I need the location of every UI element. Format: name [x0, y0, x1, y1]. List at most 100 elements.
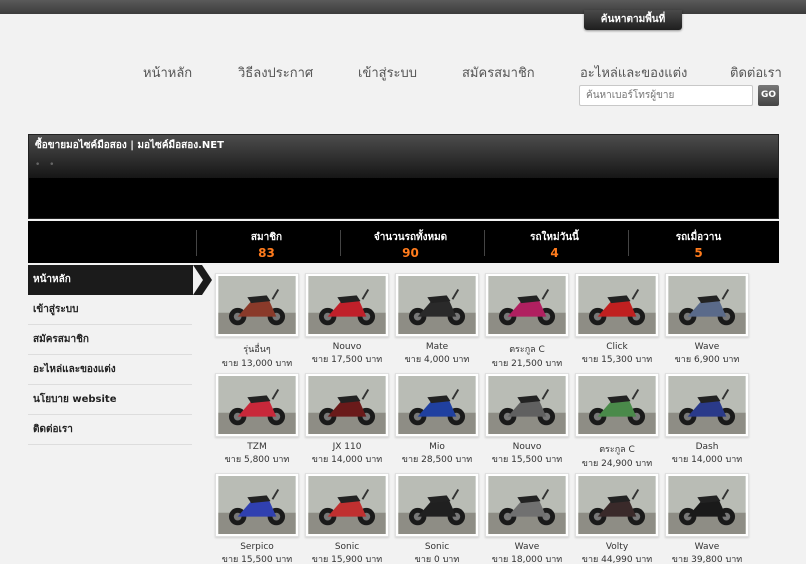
sidebar-item-home[interactable]: หน้าหลัก	[28, 265, 212, 295]
listing-card[interactable]: Click ขาย 15,300 บาท	[573, 273, 661, 369]
nav-register[interactable]: สมัครสมาชิก	[462, 62, 535, 83]
listing-model: JX 110	[332, 442, 362, 452]
listing-card[interactable]: Volty ขาย 44,990 บาท	[573, 473, 661, 564]
motorcycle-photo	[578, 376, 656, 434]
listing-price: ขาย 6,900 บาท	[674, 355, 740, 365]
listing-thumbnail[interactable]	[485, 373, 569, 437]
top-bar	[0, 0, 806, 14]
listing-price: ขาย 0 บาท	[414, 555, 460, 564]
sidebar-item-login[interactable]: เข้าสู่ระบบ	[28, 295, 192, 325]
listing-model: Volty	[605, 542, 629, 552]
listing-card[interactable]: Wave ขาย 18,000 บาท	[483, 473, 571, 564]
nav-parts[interactable]: อะไหล่และของแต่ง	[580, 62, 687, 83]
nav-home[interactable]: หน้าหลัก	[143, 62, 192, 83]
listing-card[interactable]: Wave ขาย 6,900 บาท	[663, 273, 751, 369]
listing-card[interactable]: Sonic ขาย 0 บาท	[393, 473, 481, 564]
nav-login[interactable]: เข้าสู่ระบบ	[358, 62, 417, 83]
stat-value: 83	[258, 246, 275, 260]
listing-card[interactable]: ตระกูล C ขาย 21,500 บาท	[483, 273, 571, 369]
listing-model: Mate	[425, 342, 449, 352]
listing-thumbnail[interactable]	[305, 373, 389, 437]
motorcycle-photo	[578, 276, 656, 334]
stat-label: รถใหม่วันนี้	[530, 232, 579, 243]
motorcycle-photo	[308, 276, 386, 334]
area-search-tab[interactable]: ค้นหาตามพื้นที่	[584, 10, 682, 30]
listing-thumbnail[interactable]	[665, 473, 749, 537]
listing-price: ขาย 15,500 บาท	[221, 555, 293, 564]
sidebar-item-register[interactable]: สมัครสมาชิก	[28, 325, 192, 355]
stat-new-today: รถใหม่วันนี้ 4	[484, 230, 624, 260]
listing-price: ขาย 28,500 บาท	[401, 455, 473, 465]
sidebar-item-policy[interactable]: นโยบาย website	[28, 385, 192, 415]
listing-thumbnail[interactable]	[665, 373, 749, 437]
motorcycle-photo	[308, 376, 386, 434]
listing-card[interactable]: TZM ขาย 5,800 บาท	[213, 373, 301, 469]
listing-card[interactable]: รุ่นอื่นๆ ขาย 13,000 บาท	[213, 273, 301, 369]
listing-thumbnail[interactable]	[395, 373, 479, 437]
sidebar-item-label: สมัครสมาชิก	[33, 334, 89, 345]
listing-model: Nouvo	[512, 442, 542, 452]
listing-thumbnail[interactable]	[575, 473, 659, 537]
sidebar-item-label: อะไหล่และของแต่ง	[33, 364, 116, 375]
listing-model: Serpico	[240, 542, 274, 552]
sidebar-item-label: นโยบาย website	[33, 394, 117, 405]
listing-thumbnail[interactable]	[485, 473, 569, 537]
listing-card[interactable]: Sonic ขาย 15,900 บาท	[303, 473, 391, 564]
listing-price: ขาย 17,500 บาท	[311, 355, 383, 365]
listing-card[interactable]: Serpico ขาย 15,500 บาท	[213, 473, 301, 564]
banner: ซื้อขายมอไซค์มือสอง | มอไซค์มือสอง.NET •…	[28, 134, 779, 219]
listing-thumbnail[interactable]	[575, 373, 659, 437]
stat-yesterday: รถเมื่อวาน 5	[628, 230, 768, 260]
listing-card[interactable]: Mio ขาย 28,500 บาท	[393, 373, 481, 469]
listing-model: Nouvo	[332, 342, 362, 352]
listing-price: ขาย 39,800 บาท	[671, 555, 743, 564]
motorcycle-photo	[308, 476, 386, 534]
listing-card[interactable]: Wave ขาย 39,800 บาท	[663, 473, 751, 564]
sidebar-item-parts[interactable]: อะไหล่และของแต่ง	[28, 355, 192, 385]
listing-thumbnail[interactable]	[575, 273, 659, 337]
listing-thumbnail[interactable]	[305, 473, 389, 537]
stat-members: สมาชิก 83	[196, 230, 336, 260]
listing-price: ขาย 13,000 บาท	[221, 359, 293, 369]
banner-dots: • •	[35, 160, 58, 170]
nav-how-to-post[interactable]: วิธีลงประกาศ	[238, 62, 313, 83]
stat-label: รถเมื่อวาน	[675, 232, 722, 243]
listing-model: Wave	[694, 542, 720, 552]
listing-thumbnail[interactable]	[485, 273, 569, 337]
listing-price: ขาย 14,000 บาท	[671, 455, 743, 465]
motorcycle-photo	[488, 376, 566, 434]
listing-card[interactable]: Nouvo ขาย 17,500 บาท	[303, 273, 391, 369]
go-button[interactable]: GO	[758, 85, 779, 106]
listing-price: ขาย 14,000 บาท	[311, 455, 383, 465]
listing-card[interactable]: JX 110 ขาย 14,000 บาท	[303, 373, 391, 469]
listing-model: Mio	[429, 442, 445, 452]
listing-model: Sonic	[424, 542, 450, 552]
listing-price: ขาย 18,000 บาท	[491, 555, 563, 564]
motorcycle-photo	[668, 276, 746, 334]
motorcycle-photo	[488, 476, 566, 534]
nav-contact[interactable]: ติดต่อเรา	[730, 62, 782, 83]
stat-total-bikes: จำนวนรถทั้งหมด 90	[340, 230, 480, 260]
listing-price: ขาย 4,000 บาท	[404, 355, 470, 365]
listing-thumbnail[interactable]	[305, 273, 389, 337]
active-arrow	[202, 265, 212, 295]
motorcycle-photo	[398, 376, 476, 434]
listing-card[interactable]: Dash ขาย 14,000 บาท	[663, 373, 751, 469]
listing-card[interactable]: Nouvo ขาย 15,500 บาท	[483, 373, 571, 469]
listing-thumbnail[interactable]	[665, 273, 749, 337]
sidebar-item-contact[interactable]: ติดต่อเรา	[28, 415, 192, 445]
main-nav: หน้าหลัก วิธีลงประกาศ เข้าสู่ระบบ สมัครส…	[0, 62, 806, 83]
listing-thumbnail[interactable]	[215, 273, 299, 337]
motorcycle-photo	[398, 476, 476, 534]
listing-thumbnail[interactable]	[395, 473, 479, 537]
stat-value: 5	[694, 246, 703, 260]
seller-phone-search-input[interactable]	[579, 85, 753, 106]
motorcycle-photo	[488, 276, 566, 334]
motorcycle-photo	[218, 376, 296, 434]
listing-thumbnail[interactable]	[395, 273, 479, 337]
listing-model: ตระกูล C	[599, 445, 635, 455]
listing-card[interactable]: ตระกูล C ขาย 24,900 บาท	[573, 373, 661, 469]
listing-card[interactable]: Mate ขาย 4,000 บาท	[393, 273, 481, 369]
listing-thumbnail[interactable]	[215, 473, 299, 537]
listing-thumbnail[interactable]	[215, 373, 299, 437]
